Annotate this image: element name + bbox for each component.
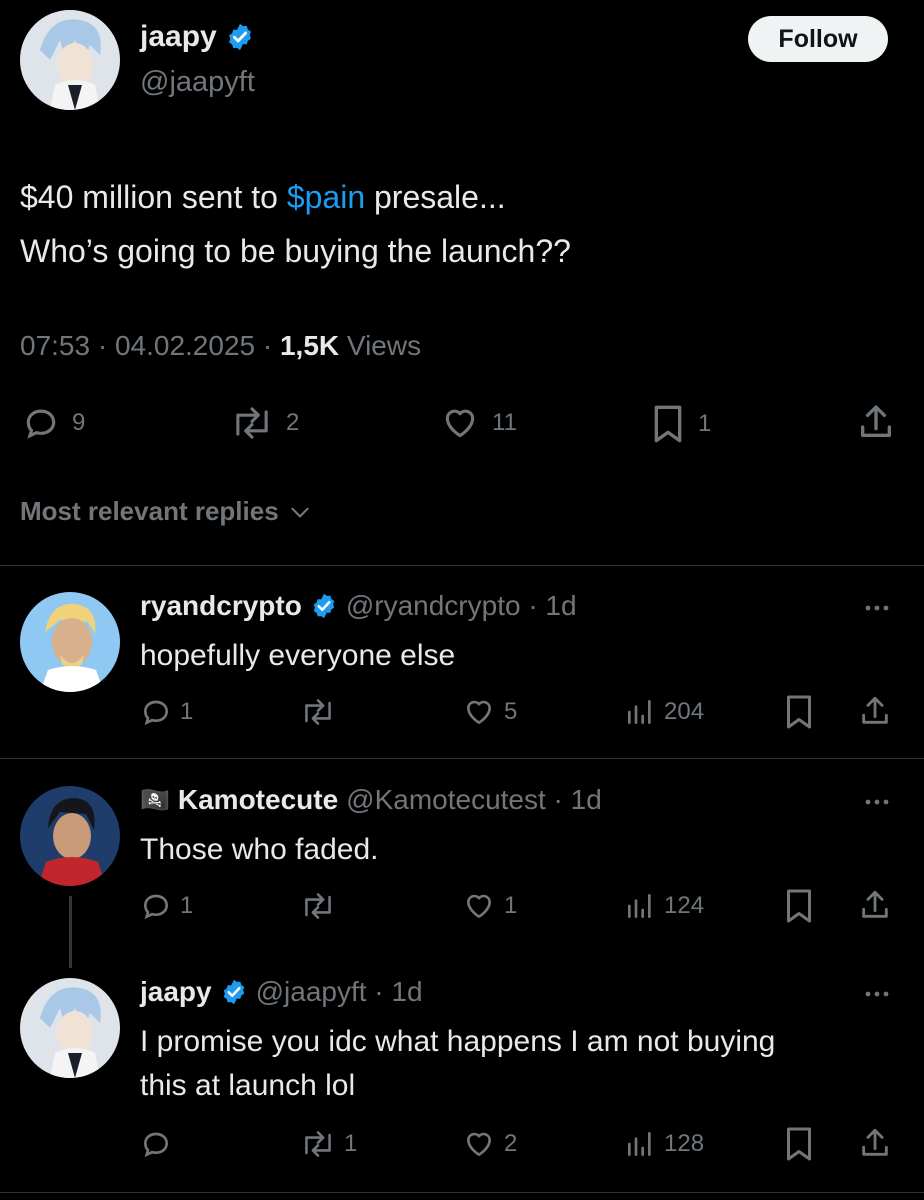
views-count: 124 <box>664 892 705 919</box>
cashtag-link[interactable]: $pain <box>287 179 365 215</box>
pirate-flag-icon: 🏴‍☠️ <box>140 786 170 814</box>
tweet-text-post: presale... <box>365 179 506 215</box>
analytics-icon <box>624 696 656 728</box>
reply-action[interactable] <box>140 1128 180 1160</box>
repost-icon <box>300 1128 336 1160</box>
verified-badge-icon <box>310 592 338 620</box>
like-count: 2 <box>504 1130 518 1157</box>
reply-author-name[interactable]: Kamotecute <box>178 784 338 816</box>
reply-avatar-ryandcrypto[interactable] <box>20 592 120 692</box>
repost-icon <box>230 404 274 442</box>
reply-count: 1 <box>180 892 194 919</box>
views-count: 128 <box>664 1130 705 1157</box>
repost-action[interactable] <box>300 696 344 728</box>
reply-action[interactable]: 1 <box>140 696 193 728</box>
repost-icon <box>300 890 336 922</box>
reply-icon <box>140 696 172 728</box>
analytics-icon <box>624 890 656 922</box>
share-icon[interactable] <box>858 888 892 927</box>
bookmark-icon <box>650 404 686 444</box>
reply-author-name[interactable]: ryandcrypto <box>140 590 302 622</box>
reply-icon <box>140 890 172 922</box>
reply-avatar-kamotecute[interactable] <box>20 786 120 886</box>
thread-connector-line <box>69 896 72 968</box>
like-count: 1 <box>504 892 518 919</box>
analytics-icon <box>624 1128 656 1160</box>
views-count: 204 <box>664 698 705 725</box>
bookmark-action[interactable]: 1 <box>650 404 711 444</box>
repost-action[interactable]: 1 <box>300 1128 357 1160</box>
share-action[interactable] <box>856 402 896 442</box>
bookmark-icon[interactable] <box>784 1126 814 1167</box>
repost-count: 2 <box>286 409 300 436</box>
reply-header: 🏴‍☠️ Kamotecute @Kamotecutest · 1d <box>140 784 602 816</box>
like-count: 11 <box>492 409 517 436</box>
heart-icon <box>462 890 496 922</box>
tweet-meta: 07:53 · 04.02.2025 · 1,5K Views <box>20 330 421 362</box>
verified-badge-icon <box>220 978 248 1006</box>
chevron-down-icon <box>287 499 313 525</box>
reply-header: ryandcrypto @ryandcrypto · 1d <box>140 590 577 622</box>
reply-count: 9 <box>72 409 86 436</box>
divider <box>0 565 924 566</box>
more-options-icon[interactable] <box>862 792 892 817</box>
share-icon[interactable] <box>858 694 892 733</box>
heart-icon <box>462 696 496 728</box>
reply-author-name[interactable]: jaapy <box>140 976 212 1008</box>
bookmark-count: 1 <box>698 410 712 437</box>
reply-author-handle[interactable]: @ryandcrypto · 1d <box>346 590 577 622</box>
bookmark-icon[interactable] <box>784 694 814 735</box>
reply-count: 1 <box>180 698 194 725</box>
tweet-text-line2: Who’s going to be buying the launch?? <box>20 233 571 269</box>
tweet-text: $40 million sent to $pain presale... Who… <box>20 170 571 278</box>
heart-icon <box>440 404 480 442</box>
views-count: 1,5K <box>279 330 340 361</box>
views-label: Views <box>339 330 422 361</box>
reply-text-line1: I promise you idc what happens I am not … <box>140 1025 776 1058</box>
tweet-timestamp[interactable]: 07:53 · 04.02.2025 · <box>20 330 280 361</box>
more-options-icon[interactable] <box>862 984 892 1009</box>
sort-replies-dropdown[interactable]: Most relevant replies <box>20 496 313 527</box>
heart-icon <box>462 1128 496 1160</box>
reply-header: jaapy @jaapyft · 1d <box>140 976 423 1008</box>
author-avatar[interactable] <box>20 10 120 110</box>
like-action[interactable]: 5 <box>462 696 517 728</box>
repost-action[interactable]: 2 <box>230 404 299 442</box>
sort-replies-label: Most relevant replies <box>20 496 279 526</box>
reply-action[interactable]: 9 <box>22 404 85 442</box>
reply-text: hopefully everyone else <box>140 639 456 672</box>
share-icon[interactable] <box>858 1126 892 1165</box>
divider <box>0 758 924 759</box>
like-action[interactable]: 2 <box>462 1128 517 1160</box>
repost-count: 1 <box>344 1130 358 1157</box>
tweet-text-pre: $40 million sent to <box>20 179 287 215</box>
reply-author-handle[interactable]: @jaapyft · 1d <box>256 976 423 1008</box>
reply-text: Those who faded. <box>140 833 379 866</box>
views-action[interactable]: 204 <box>624 696 704 728</box>
like-action[interactable]: 1 <box>462 890 517 922</box>
reply-action[interactable]: 1 <box>140 890 193 922</box>
repost-icon <box>300 696 336 728</box>
more-options-icon[interactable] <box>862 598 892 623</box>
author-name-text[interactable]: jaapy <box>140 20 217 54</box>
like-action[interactable]: 11 <box>440 404 517 442</box>
bookmark-icon[interactable] <box>784 888 814 929</box>
divider <box>0 1192 924 1193</box>
reply-icon <box>140 1128 172 1160</box>
reply-author-handle[interactable]: @Kamotecutest · 1d <box>346 784 602 816</box>
reply-avatar-jaapy[interactable] <box>20 978 120 1078</box>
verified-badge-icon <box>225 22 255 52</box>
author-name[interactable]: jaapy <box>140 20 255 54</box>
follow-button[interactable]: Follow <box>748 16 888 62</box>
reply-icon <box>22 404 60 442</box>
views-action[interactable]: 124 <box>624 890 704 922</box>
like-count: 5 <box>504 698 518 725</box>
author-handle[interactable]: @jaapyft <box>140 66 255 99</box>
reply-text: I promise you idc what happens I am not … <box>140 1020 775 1108</box>
repost-action[interactable] <box>300 890 344 922</box>
share-icon <box>856 402 896 442</box>
views-action[interactable]: 128 <box>624 1128 704 1160</box>
reply-text-line2: this at launch lol <box>140 1069 356 1102</box>
